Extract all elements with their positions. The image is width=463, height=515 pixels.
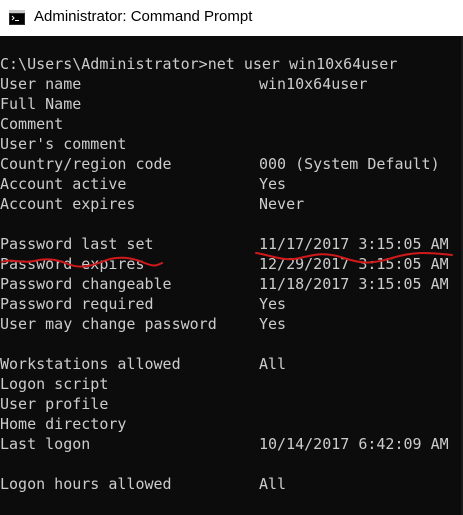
console-row: Logon script: [0, 374, 463, 394]
console-row: Password expires 12/29/2017 3:15:05 AM: [0, 254, 463, 274]
title-bar[interactable]: Administrator: Command Prompt: [0, 0, 463, 36]
row-label: Home directory: [0, 415, 127, 433]
row-label: User may change password: [0, 315, 217, 333]
row-value: 11/18/2017 3:15:05 AM: [259, 275, 449, 293]
console-row: Last logon 10/14/2017 6:42:09 AM: [0, 434, 463, 454]
row-label: Full Name: [0, 95, 82, 113]
console-output[interactable]: C:\Users\Administrator>net user win10x64…: [0, 36, 463, 515]
console-row: Password required Yes: [0, 294, 463, 314]
cmd-icon: [9, 10, 25, 25]
row-value: All: [259, 355, 287, 373]
console-row: Comment: [0, 114, 463, 134]
console-row: User profile: [0, 394, 463, 414]
row-value: All: [259, 475, 287, 493]
row-label: User name: [0, 75, 82, 93]
row-label: Workstations allowed: [0, 355, 181, 373]
console-row: User name win10x64user: [0, 74, 463, 94]
row-label: Country/region code: [0, 155, 172, 173]
console-row: User may change password Yes: [0, 314, 463, 334]
row-label: User's comment: [0, 135, 127, 153]
row-label: Password required: [0, 295, 154, 313]
row-label: User profile: [0, 395, 109, 413]
console-row: Account expires Never: [0, 194, 463, 214]
row-label: Password expires: [0, 255, 145, 273]
console-row: Account active Yes: [0, 174, 463, 194]
window-title: Administrator: Command Prompt: [34, 8, 253, 25]
row-value: Yes: [259, 175, 287, 193]
console-row: Full Name: [0, 94, 463, 114]
row-value: 000 (System Default): [259, 155, 440, 173]
row-label: Account expires: [0, 195, 136, 213]
row-value: Yes: [259, 315, 287, 333]
row-value: Never: [259, 195, 305, 213]
row-value: 11/17/2017 3:15:05 AM: [259, 235, 449, 253]
row-label: Comment: [0, 115, 64, 133]
console-row: Workstations allowed All: [0, 354, 463, 374]
command-line: C:\Users\Administrator>net user win10x64…: [0, 55, 398, 73]
row-value: 10/14/2017 6:42:09 AM: [259, 435, 449, 453]
row-label: Last logon: [0, 435, 91, 453]
row-label: Logon script: [0, 375, 109, 393]
console-row: Password changeable 11/18/2017 3:15:05 AM: [0, 274, 463, 294]
row-label: Password changeable: [0, 275, 172, 293]
row-value: 12/29/2017 3:15:05 AM: [259, 255, 449, 273]
console-row: Home directory: [0, 414, 463, 434]
row-label: Logon hours allowed: [0, 475, 172, 493]
row-value: Yes: [259, 295, 287, 313]
console-row: Logon hours allowed All: [0, 474, 463, 494]
console-row: Password last set 11/17/2017 3:15:05 AM: [0, 234, 463, 254]
row-label: Password last set: [0, 235, 154, 253]
row-label: Account active: [0, 175, 127, 193]
row-value: win10x64user: [259, 75, 368, 93]
command-prompt-window: Administrator: Command Prompt C:\Users\A…: [0, 0, 463, 515]
console-row: User's comment: [0, 134, 463, 154]
console-row: Country/region code 000 (System Default): [0, 154, 463, 174]
